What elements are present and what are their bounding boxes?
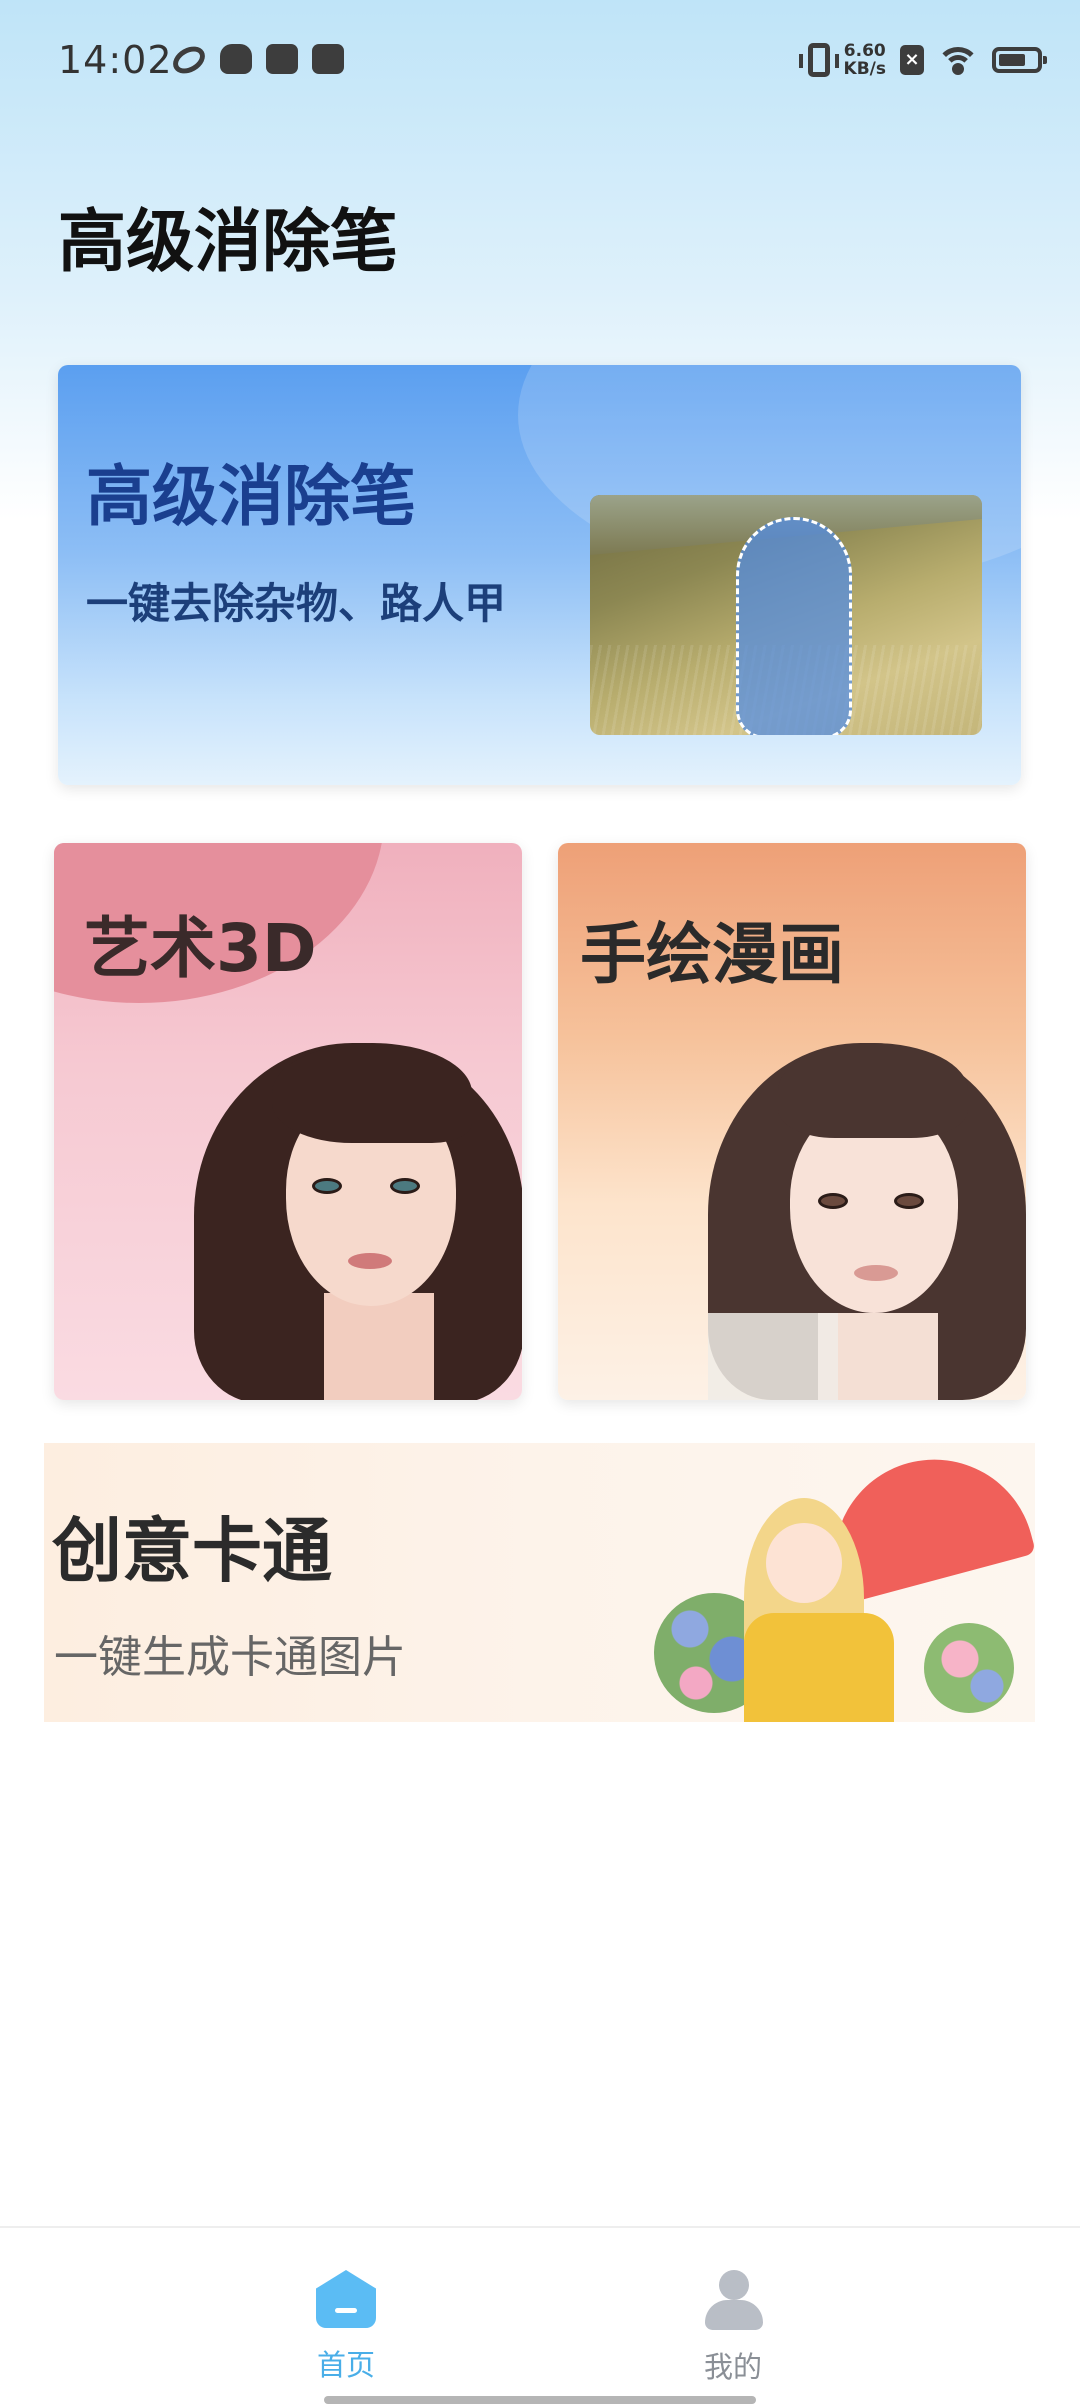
bottom-nav: 首页 我的 bbox=[0, 2226, 1080, 2408]
wifi-icon bbox=[938, 45, 978, 75]
nav-item-me[interactable]: 我的 bbox=[673, 2270, 793, 2386]
nav-item-home[interactable]: 首页 bbox=[286, 2270, 406, 2384]
home-icon bbox=[316, 2270, 376, 2328]
network-speed: 6.60 KB/s bbox=[844, 42, 886, 78]
bag-app-icon bbox=[266, 44, 298, 74]
vibrate-icon bbox=[798, 43, 839, 77]
notification-icons bbox=[168, 41, 344, 79]
cartoon-card-subtitle: 一键生成卡通图片 bbox=[54, 1632, 406, 1683]
network-speed-unit: KB/s bbox=[843, 59, 886, 79]
selected-person-mask bbox=[736, 517, 852, 735]
page-title: 高级消除笔 bbox=[58, 203, 399, 282]
cat-app-icon bbox=[220, 44, 252, 74]
art3d-portrait-image bbox=[194, 1043, 522, 1400]
nav-item-label: 首页 bbox=[316, 2348, 375, 2382]
battery-icon bbox=[992, 47, 1047, 73]
eraser-demo-image bbox=[590, 495, 982, 735]
eraser-card[interactable]: 高级消除笔 一键去除杂物、路人甲 bbox=[58, 365, 1021, 785]
profile-icon bbox=[703, 2270, 763, 2330]
status-bar: 14:02 6.60 KB/s × bbox=[0, 0, 1080, 125]
network-speed-value: 6.60 bbox=[843, 41, 886, 61]
sketch-card-title: 手绘漫画 bbox=[580, 916, 844, 993]
eraser-card-subtitle: 一键去除杂物、路人甲 bbox=[86, 579, 507, 628]
sim-none-icon: × bbox=[900, 45, 924, 75]
cartoon-card[interactable]: 创意卡通 一键生成卡通图片 bbox=[44, 1443, 1035, 1722]
status-time: 14:02 bbox=[58, 38, 173, 82]
sketch-card[interactable]: 手绘漫画 bbox=[558, 843, 1026, 1400]
eraser-card-title: 高级消除笔 bbox=[86, 458, 416, 535]
swirl-app-icon bbox=[168, 41, 210, 79]
mail-app-icon bbox=[312, 44, 344, 74]
system-icons: 6.60 KB/s × bbox=[798, 42, 1047, 78]
cartoon-card-title: 创意卡通 bbox=[52, 1510, 332, 1592]
art3d-card[interactable]: 艺术3D bbox=[54, 843, 522, 1400]
nav-item-label: 我的 bbox=[703, 2350, 762, 2384]
art3d-card-title: 艺术3D bbox=[84, 910, 317, 987]
home-indicator[interactable] bbox=[324, 2396, 756, 2404]
sketch-portrait-image bbox=[708, 1043, 1026, 1400]
